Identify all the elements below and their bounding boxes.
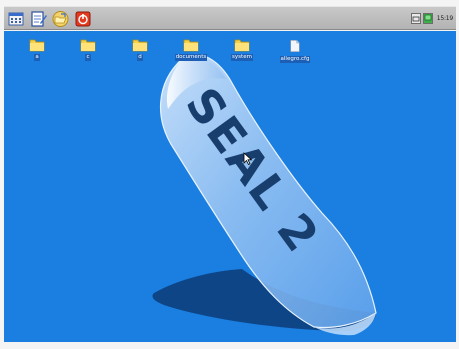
- folder-icon: [132, 39, 148, 52]
- folder-icon: [29, 39, 45, 52]
- notes-button[interactable]: [29, 10, 47, 27]
- calendar-icon: [8, 12, 24, 26]
- desktop-icon-a[interactable]: a: [14, 38, 60, 61]
- folder-open-button[interactable]: [51, 10, 69, 27]
- desktop-icon-label: a: [34, 54, 40, 61]
- file-icon: [290, 39, 300, 53]
- desktop[interactable]: SEAL 2 a c d documents system allegro.cf…: [4, 31, 456, 342]
- desktop-icon-label: documents: [174, 54, 208, 61]
- system-tray: 15:19: [410, 10, 454, 27]
- notes-icon: [30, 10, 47, 27]
- power-button[interactable]: [74, 10, 92, 27]
- desktop-icon-c[interactable]: c: [65, 38, 111, 61]
- taskbar: 15:19: [4, 6, 456, 30]
- seal-logo: SEAL 2: [152, 54, 377, 336]
- keyboard-icon[interactable]: [410, 13, 421, 24]
- desktop-icon-label: system: [231, 54, 253, 61]
- desktop-icon-allegro-cfg[interactable]: allegro.cfg: [272, 38, 318, 63]
- desktop-icon-label: d: [137, 54, 143, 61]
- power-icon: [75, 11, 91, 26]
- calendar-button[interactable]: [7, 10, 25, 27]
- monitor-icon[interactable]: [422, 13, 433, 24]
- screen: 15:19 SEAL 2 a c d documents system alle…: [0, 0, 459, 349]
- desktop-icon-documents[interactable]: documents: [168, 38, 214, 61]
- folder-icon: [234, 39, 250, 52]
- mouse-cursor-icon: [243, 152, 253, 165]
- desktop-icon-label: allegro.cfg: [279, 56, 311, 63]
- desktop-icon-system[interactable]: system: [219, 38, 265, 61]
- folder-icon: [183, 39, 199, 52]
- clock[interactable]: 15:19: [435, 15, 454, 22]
- desktop-icon-label: c: [85, 54, 91, 61]
- desktop-icon-d[interactable]: d: [117, 38, 163, 61]
- folder-icon: [80, 39, 96, 52]
- folder-open-icon: [52, 10, 68, 27]
